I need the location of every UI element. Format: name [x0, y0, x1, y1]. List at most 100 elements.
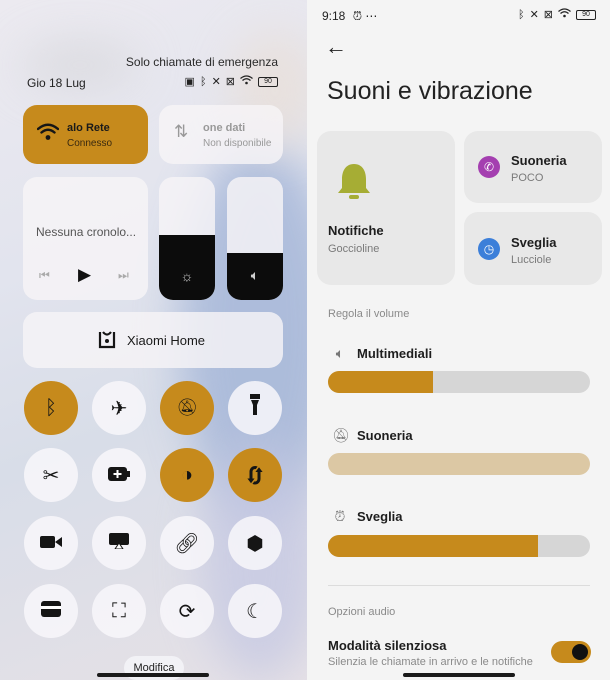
- dark-mode-toggle[interactable]: ☾: [228, 584, 282, 638]
- status-time: 9:18 ⏰︎ ⋯: [322, 9, 377, 24]
- phone-icon: ✆: [478, 156, 500, 178]
- bell-off-icon: 🔕︎: [176, 398, 198, 417]
- date-label: Gio 18 Lug: [27, 76, 86, 90]
- notifiche-subtitle: Goccioline: [328, 243, 380, 255]
- alarm-icon: ⏰︎: [352, 9, 363, 23]
- divider: [328, 585, 590, 586]
- data-arrows-icon: ⇅: [174, 122, 189, 141]
- link-icon: 🔗︎: [174, 532, 200, 555]
- xiaomi-home-label: Xiaomi Home: [127, 333, 206, 348]
- wifi-icon: [36, 123, 60, 146]
- more-notifications-icon: ⋯: [365, 9, 378, 23]
- next-track-icon[interactable]: ⏭: [118, 268, 129, 283]
- wifi-icon: [558, 8, 571, 21]
- cast-toggle[interactable]: [92, 516, 146, 570]
- status-icons: ᛒ ✕ ⊠ 90: [518, 8, 596, 21]
- wallet-icon: [41, 600, 61, 623]
- sync-icon: ⟳: [178, 600, 196, 623]
- data-tile-title: one dati: [203, 122, 246, 134]
- reading-mode-toggle[interactable]: ◑: [160, 448, 214, 502]
- flashlight-toggle[interactable]: [228, 381, 282, 435]
- home-indicator[interactable]: [403, 673, 515, 677]
- sveglia-title: Sveglia: [511, 235, 557, 250]
- vibrate-off-icon: ✕: [211, 76, 221, 88]
- speaker-icon: 🔈︎: [335, 345, 345, 361]
- emergency-calls-status: Solo chiamate di emergenza: [125, 55, 278, 69]
- sim-off-icon: ⊠: [225, 76, 235, 88]
- bluetooth-icon: ᛒ: [199, 75, 207, 88]
- notifiche-title: Notifiche: [328, 223, 384, 238]
- link-toggle[interactable]: 🔗︎: [160, 516, 214, 570]
- multimediali-text: Multimediali: [357, 346, 433, 361]
- scissors-icon: ✂: [42, 464, 60, 487]
- suoneria-title: Suoneria: [511, 153, 567, 168]
- play-icon[interactable]: ▶: [78, 265, 91, 285]
- silent-mode-title: Modalità silenziosa: [328, 638, 447, 653]
- auto-rotate-toggle[interactable]: 🔄︎: [228, 448, 282, 502]
- audio-options-header: Opzioni audio: [328, 606, 396, 618]
- battery-plus-icon: [108, 464, 130, 487]
- cast-icon: [109, 532, 129, 555]
- rotation-lock-icon: 🔄︎: [245, 465, 265, 488]
- scanner-toggle[interactable]: ⛶: [92, 584, 146, 638]
- suoneria-volume-slider[interactable]: [328, 453, 590, 475]
- sveglia-card[interactable]: ◷ Sveglia Lucciole: [464, 212, 602, 285]
- data-tile-subtitle: Non disponibile: [203, 138, 272, 149]
- bluetooth-icon: ᛒ: [517, 8, 525, 21]
- brightness-slider[interactable]: ☼: [159, 177, 215, 300]
- wallet-toggle[interactable]: [24, 584, 78, 638]
- wifi-icon: [240, 75, 253, 88]
- airplane-toggle[interactable]: ✈: [92, 381, 146, 435]
- bell-icon: [334, 161, 374, 206]
- sound-settings-panel: 9:18 ⏰︎ ⋯ ᛒ ✕ ⊠ 90 ← Suoni e vibrazione …: [307, 0, 610, 680]
- media-player-tile[interactable]: Nessuna cronolo... ⏮ ▶ ⏭: [23, 177, 148, 300]
- vibrate-off-icon: ✕: [529, 9, 539, 21]
- back-arrow-icon[interactable]: ←: [325, 34, 347, 60]
- sveglia-volume-slider[interactable]: [328, 535, 590, 557]
- suoneria-card[interactable]: ✆ Suoneria POCO: [464, 131, 602, 203]
- xiaomi-home-tile[interactable]: Xiaomi Home: [23, 312, 283, 368]
- notifiche-card[interactable]: Notifiche Goccioline: [317, 131, 455, 285]
- screenshot-toggle[interactable]: ✂: [24, 448, 78, 502]
- home-indicator[interactable]: [97, 673, 209, 677]
- xiaomi-home-icon: [98, 330, 116, 354]
- mute-toggle[interactable]: 🔕︎: [160, 381, 214, 435]
- bluetooth-toggle[interactable]: ᛒ: [24, 381, 78, 435]
- sun-icon: ☼: [180, 268, 194, 284]
- alarm-clock-icon: ⏰︎: [334, 508, 346, 524]
- sim-off-icon: ⊠: [543, 9, 553, 21]
- flashlight-icon: [249, 394, 261, 422]
- status-icons: ▣ ᛒ ✕ ⊠ 90: [185, 75, 278, 88]
- moon-icon: ☾: [246, 600, 264, 623]
- screen-record-toggle[interactable]: [24, 516, 78, 570]
- sync-toggle[interactable]: ⟳: [160, 584, 214, 638]
- silent-mode-toggle[interactable]: [551, 641, 591, 663]
- toggle-knob: [572, 644, 588, 660]
- bell-off-icon: 🔕︎: [332, 427, 350, 443]
- alarm-clock-icon: ◷: [478, 238, 500, 260]
- media-title: Nessuna cronolo...: [36, 225, 137, 239]
- control-center-panel: Solo chiamate di emergenza Gio 18 Lug ▣ …: [0, 0, 307, 680]
- suoneria-volume-label: 🔕︎ Suoneria: [332, 427, 413, 444]
- multimediali-volume-fill: [328, 371, 433, 393]
- battery-icon: 90: [576, 9, 596, 20]
- video-camera-icon: [40, 532, 62, 555]
- scan-icon: ⛶: [112, 599, 126, 622]
- hexagon-gear-icon: ⬢: [246, 532, 264, 555]
- multimediali-volume-slider[interactable]: [328, 371, 590, 393]
- previous-track-icon[interactable]: ⏮: [39, 268, 50, 283]
- multimediali-label: 🔈︎ Multimediali: [332, 345, 432, 362]
- sveglia-volume-label: ⏰︎ Sveglia: [332, 508, 403, 525]
- battery-saver-toggle[interactable]: [92, 448, 146, 502]
- volume-slider[interactable]: 🔈︎: [227, 177, 283, 300]
- page-title: Suoni e vibrazione: [327, 77, 533, 105]
- volume-section-header: Regola il volume: [328, 308, 410, 320]
- sveglia-volume-fill: [328, 535, 538, 557]
- wifi-tile[interactable]: alo Rete Connesso: [23, 105, 148, 164]
- clock: 9:18: [322, 9, 346, 23]
- speaker-icon: 🔈︎: [250, 267, 260, 283]
- suoneria-volume-text: Suoneria: [357, 428, 413, 443]
- mobile-data-tile[interactable]: ⇅ one dati Non disponibile: [159, 105, 283, 164]
- suoneria-subtitle: POCO: [511, 172, 544, 184]
- settings-toggle[interactable]: ⬢: [228, 516, 282, 570]
